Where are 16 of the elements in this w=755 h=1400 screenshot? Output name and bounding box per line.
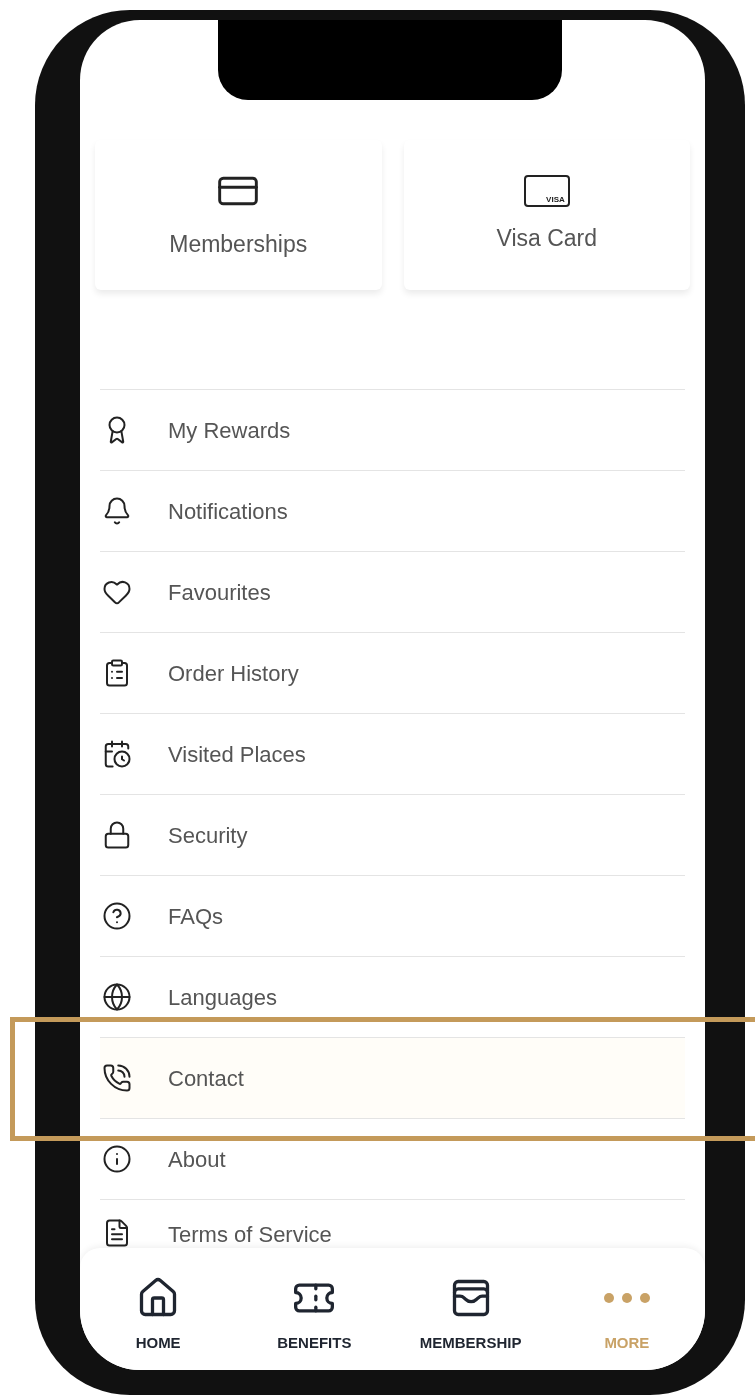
menu-item[interactable]: Terms of Service [100, 1199, 685, 1247]
nav-tab[interactable]: BENEFITS [236, 1276, 393, 1355]
phone-icon [102, 1063, 132, 1093]
nav-tab[interactable]: HOME [80, 1276, 237, 1355]
info-icon [102, 1144, 132, 1174]
globe-icon [102, 982, 132, 1012]
visa-card-icon: VISA [523, 174, 570, 207]
help-icon [102, 901, 132, 931]
more-dots-icon [603, 1293, 650, 1303]
lock-icon [102, 820, 132, 850]
shortcut-card[interactable]: VISA Visa Card [403, 140, 690, 290]
shortcut-card[interactable]: Memberships [95, 140, 382, 290]
bell-icon [102, 496, 132, 526]
menu-item[interactable]: Contact [100, 1037, 685, 1118]
clock-list-icon [102, 739, 132, 769]
nav-tab[interactable]: MEMBERSHIP [392, 1276, 549, 1355]
